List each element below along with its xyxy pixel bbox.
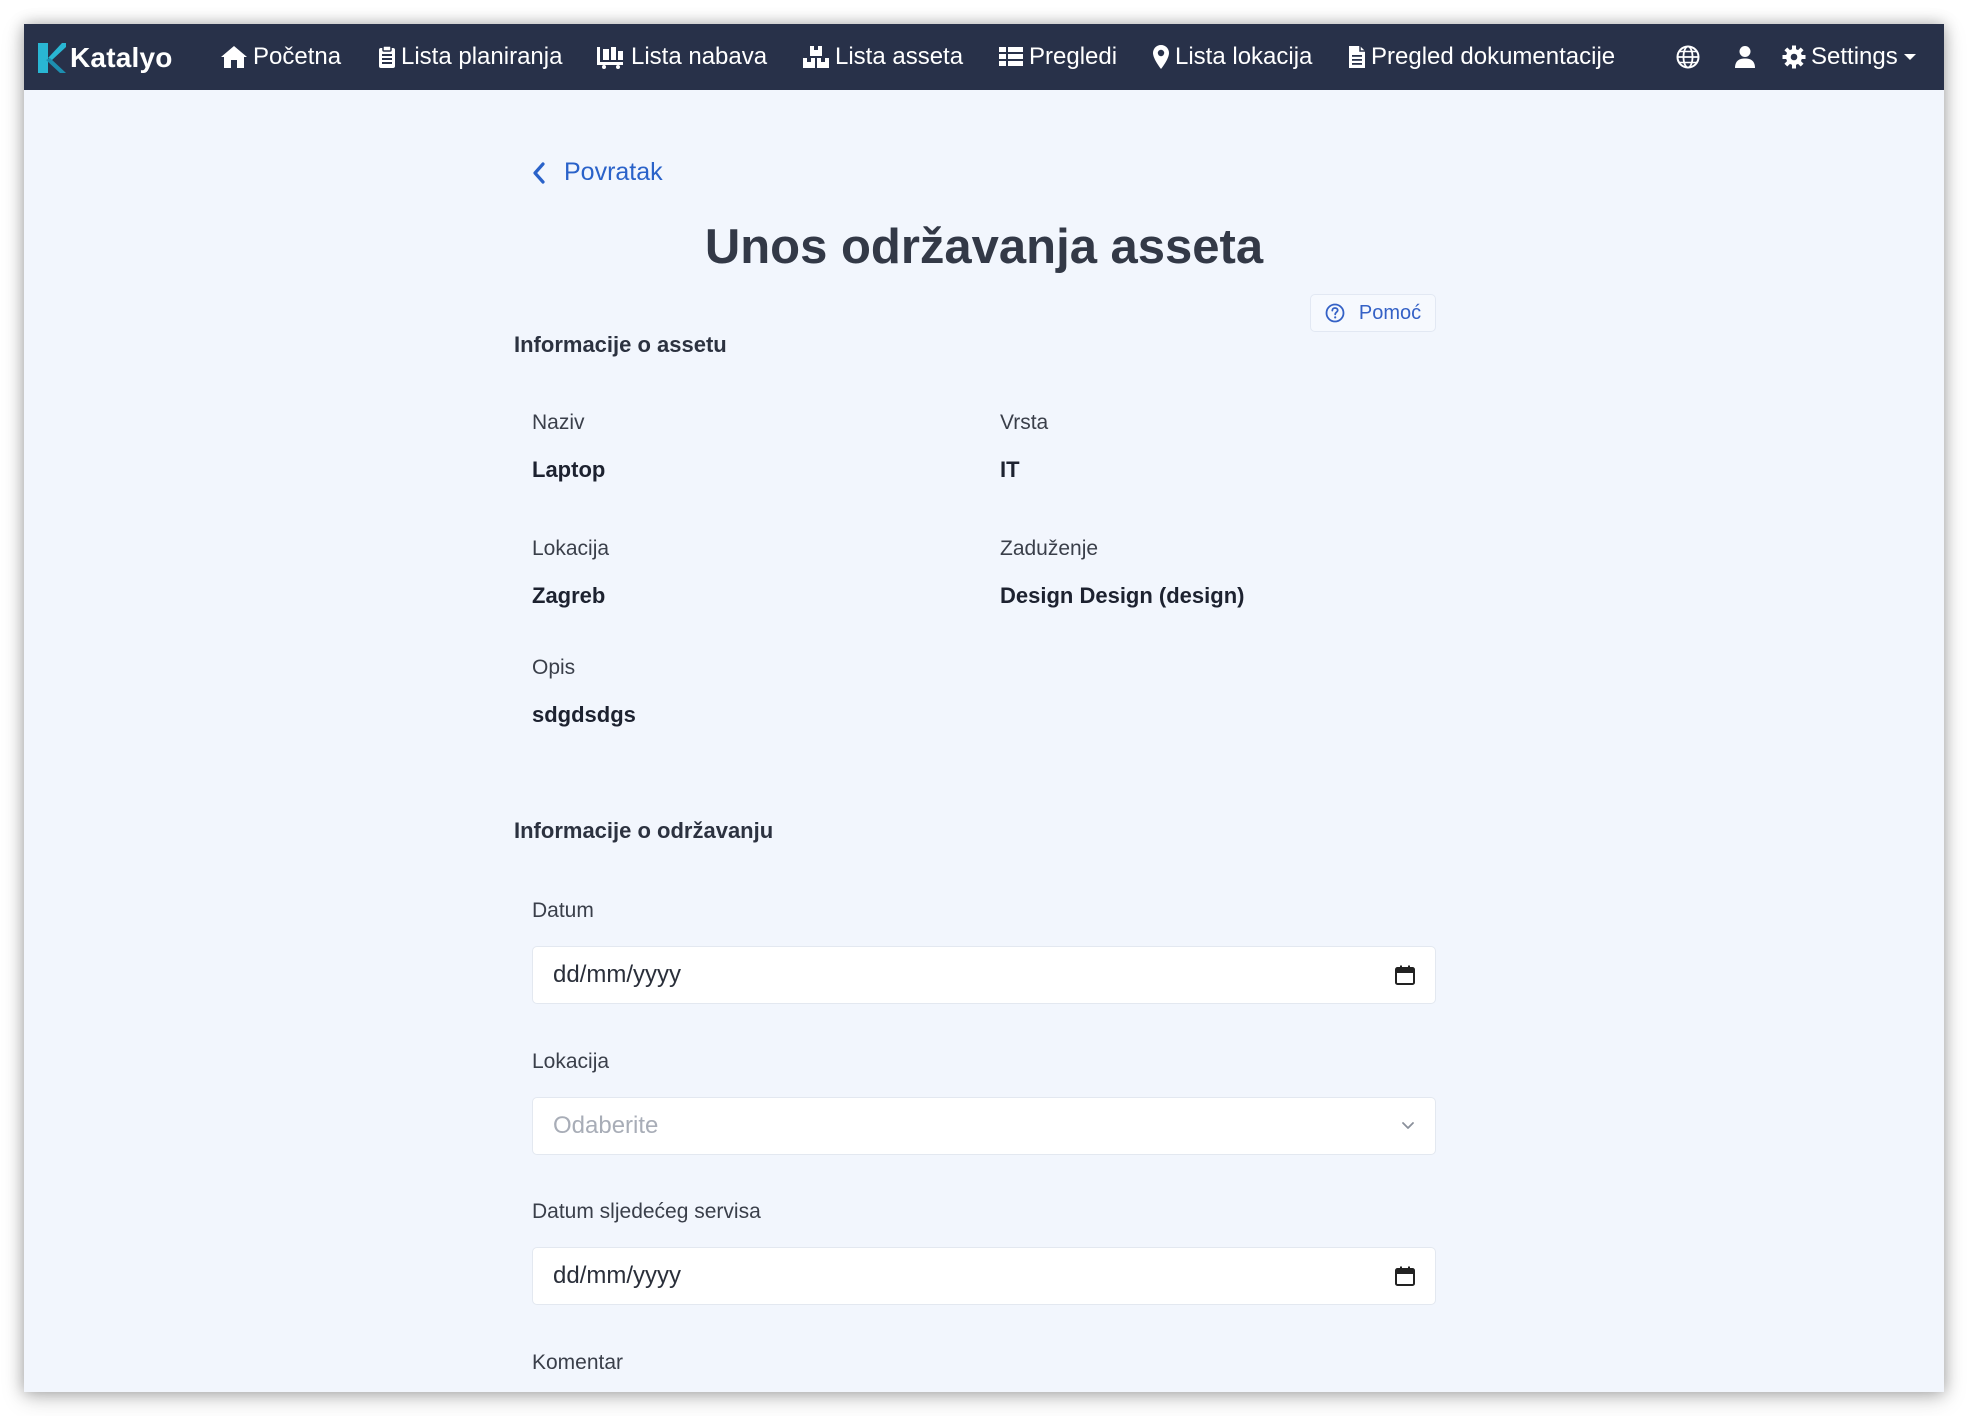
nav-item-label: Lista lokacija [1175, 43, 1313, 70]
settings-label: Settings [1811, 43, 1898, 70]
asset-name-value: Laptop [532, 457, 606, 482]
date-field-label: Datum [532, 899, 594, 922]
location-select-placeholder: Odaberite [553, 1112, 659, 1139]
next-service-date-input[interactable]: dd/mm/yyyy [532, 1247, 1436, 1305]
nav-item-label: Lista asseta [835, 43, 964, 70]
user-profile-button[interactable] [1734, 24, 1756, 90]
asset-info-section-title: Informacije o assetu [514, 332, 727, 357]
calendar-icon[interactable] [1395, 965, 1415, 985]
next-service-date-value: dd/mm/yyyy [553, 1262, 682, 1289]
cart-icon [597, 47, 623, 69]
caret-down-icon [1903, 54, 1916, 60]
asset-type-label: Vrsta [1000, 411, 1049, 434]
nav-item-lista-asseta[interactable]: Lista asseta [802, 24, 963, 90]
comment-field-label: Komentar [532, 1351, 624, 1374]
asset-location-value: Zagreb [532, 583, 606, 608]
chevron-left-icon [533, 161, 545, 184]
asset-description-label: Opis [532, 656, 576, 679]
katalyo-logo-icon [38, 43, 66, 73]
brand-name: Katalyo [70, 42, 173, 73]
home-icon [221, 46, 247, 68]
nav-item-pregledi[interactable]: Pregledi [998, 24, 1117, 90]
help-button-label: Pomoć [1358, 301, 1422, 324]
nav-item-lista-nabava[interactable]: Lista nabava [596, 24, 767, 90]
nav-item-pregled-dokumentacije[interactable]: Pregled dokumentacije [1348, 24, 1615, 90]
next-service-date-label: Datum sljedećeg servisa [532, 1200, 761, 1223]
page-title: Unos održavanja asseta [704, 220, 1264, 274]
settings-dropdown[interactable]: Settings [1782, 24, 1916, 90]
globe-icon [1676, 45, 1700, 69]
nav-item-label: Pregled dokumentacije [1371, 43, 1616, 70]
location-select[interactable]: Odaberite [532, 1097, 1436, 1155]
asset-description-value: sdgdsdgs [532, 702, 636, 727]
brand-logo[interactable]: Katalyo [38, 38, 173, 78]
table-icon [999, 47, 1023, 66]
maintenance-info-section-title: Informacije o održavanju [514, 818, 774, 843]
app-window: Katalyo Početna Lista planiranja Lista n… [24, 24, 1944, 1392]
user-icon [1735, 46, 1755, 68]
date-input[interactable]: dd/mm/yyyy [532, 946, 1436, 1004]
nav-item-lista-planiranja[interactable]: Lista planiranja [378, 24, 562, 90]
top-navbar: Katalyo Početna Lista planiranja Lista n… [24, 24, 1944, 90]
calendar-icon[interactable] [1395, 1266, 1415, 1286]
location-field-label: Lokacija [532, 1050, 610, 1073]
nav-item-pocetna[interactable]: Početna [220, 24, 341, 90]
nav-item-label: Lista nabava [631, 43, 768, 70]
asset-assignment-label: Zaduženje [1000, 537, 1099, 560]
back-link[interactable]: Povratak [532, 158, 663, 187]
nav-item-label: Pregledi [1029, 43, 1118, 70]
asset-location-label: Lokacija [532, 537, 610, 560]
map-marker-icon [1153, 45, 1169, 69]
nav-item-label: Početna [253, 43, 342, 70]
language-button[interactable] [1676, 24, 1700, 90]
chevron-down-icon [1402, 1122, 1414, 1129]
back-link-label: Povratak [564, 158, 663, 186]
asset-name-label: Naziv [532, 411, 585, 434]
asset-assignment-value: Design Design (design) [1000, 583, 1245, 608]
nav-item-label: Lista planiranja [401, 43, 563, 70]
help-button[interactable]: Pomoć [1310, 294, 1436, 332]
date-input-value: dd/mm/yyyy [553, 961, 682, 988]
question-circle-icon [1325, 303, 1345, 323]
gear-icon [1782, 45, 1806, 69]
file-icon [1349, 46, 1365, 68]
nav-item-lista-lokacija[interactable]: Lista lokacija [1152, 24, 1312, 90]
clipboard-icon [379, 45, 395, 68]
boxes-icon [803, 46, 829, 68]
asset-type-value: IT [1000, 457, 1020, 482]
